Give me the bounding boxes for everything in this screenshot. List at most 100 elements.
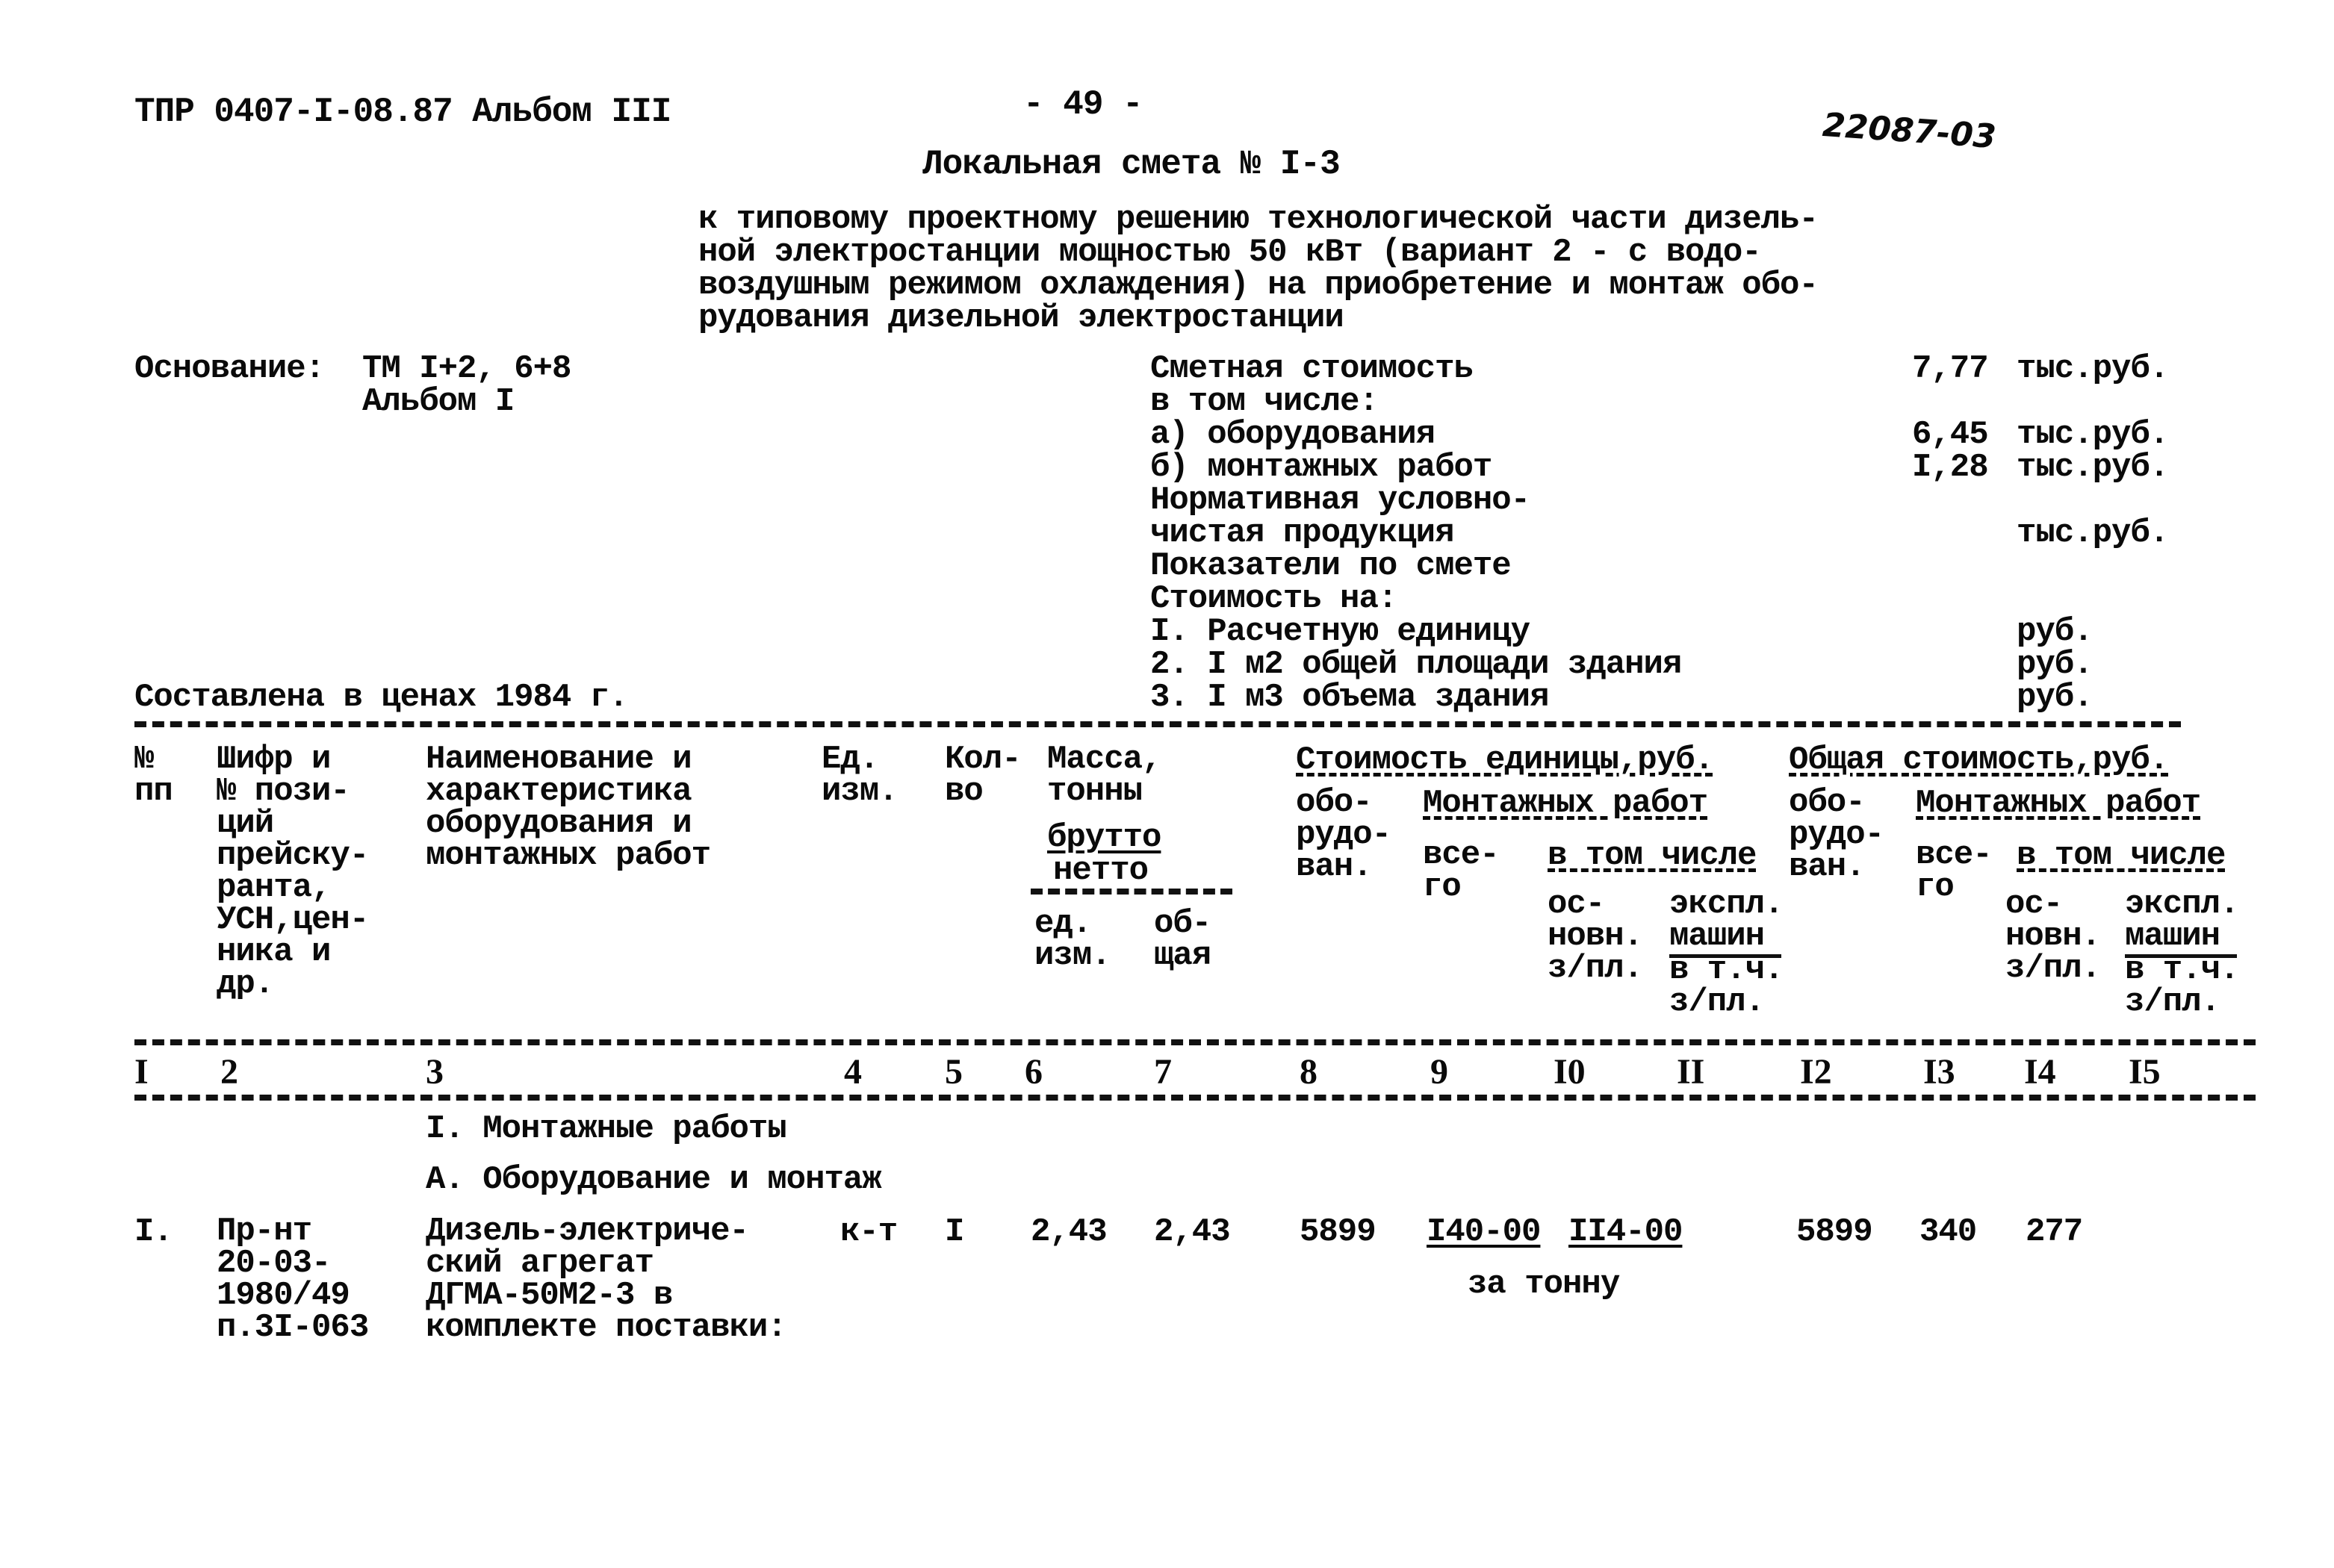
mass-net-label: нетто <box>1053 852 1149 889</box>
row-unit-mont-basic: II4-00 <box>1568 1213 1683 1251</box>
prices-note: Составлена в ценах 1984 г. <box>134 679 629 716</box>
header-col7: об- щая <box>1154 907 1211 974</box>
column-number: 9 <box>1430 1052 1448 1092</box>
column-number: 3 <box>426 1052 444 1092</box>
header-col3: Наименование и характеристика оборудован… <box>426 743 711 874</box>
header-text: ван. <box>1296 848 1373 886</box>
row-number: I. <box>134 1213 173 1251</box>
unit-machines-header: экспл. машин <box>1669 888 1784 955</box>
total-incl-header: в том числе <box>2017 837 2226 874</box>
mass-gross-label: брутто <box>1047 819 1161 856</box>
dashed-divider <box>134 721 2181 727</box>
row-total-mont: 340 <box>1919 1213 1977 1251</box>
summary-unit: руб. <box>2017 646 2094 683</box>
summary-label: чистая продукция <box>1150 514 1454 552</box>
header-text: го <box>1916 868 1955 906</box>
header-text: пп <box>134 773 173 810</box>
header-text: изм. <box>1034 937 1111 974</box>
summary-unit: руб. <box>2017 613 2094 650</box>
header-col5: Кол- во <box>945 743 1022 810</box>
column-number: I2 <box>1800 1052 1832 1092</box>
column-number: 5 <box>945 1052 963 1092</box>
dashed-divider <box>134 1039 2256 1045</box>
mass-divider <box>1031 889 1232 895</box>
unit-cost-group-header: Стоимость единицы,руб. <box>1296 741 1714 779</box>
summary-unit: руб. <box>2017 679 2094 716</box>
basis-label: Основание: <box>134 350 325 388</box>
summary-value: 7,77 <box>1912 350 1989 388</box>
total-basic-wage-header: ос- новн. з/пл. <box>2005 888 2101 987</box>
summary-label: в том числе: <box>1150 383 1379 420</box>
header-text: щая <box>1154 937 1211 974</box>
column-number: 6 <box>1025 1052 1043 1092</box>
unit-machines-wage-header: в т.ч. з/пл. <box>1669 953 1784 1018</box>
header-col1: № пп <box>134 743 173 810</box>
total-cost-group-header: Общая стоимость,руб. <box>1789 741 2169 779</box>
row-total-equipment-cost: 5899 <box>1796 1213 1873 1251</box>
total-equip-header: обо- рудо- ван. <box>1789 786 1884 886</box>
summary-label: 3. I м3 объема здания <box>1150 679 1549 716</box>
row-mass-unit: 2,43 <box>1031 1213 1108 1251</box>
header-text: з/пл. <box>2005 950 2101 987</box>
row-code: Пр-нт 20-03- 1980/49 п.3I-063 <box>217 1215 369 1346</box>
row-unit-note: за тонну <box>1468 1266 1620 1303</box>
header-text: во <box>945 773 984 810</box>
subtitle-line: ной электростанции мощностью 50 кВт (вар… <box>698 234 1762 271</box>
row-quantity: I <box>945 1213 964 1251</box>
row-unit-mont-total: I40-00 <box>1427 1213 1541 1251</box>
summary-label: Нормативная условно- <box>1150 482 1530 519</box>
document-code: ТПР 0407-I-08.87 Альбом III <box>134 93 671 131</box>
estimate-title: Локальная смета № I-3 <box>922 145 1341 184</box>
total-mont-total-header: все- го <box>1916 839 1993 906</box>
section-title: I. Монтажные работы <box>426 1110 787 1148</box>
total-machines-wage-header: в т.ч. з/пл. <box>2125 953 2239 1021</box>
name-line: комплекте поставки: <box>426 1309 787 1346</box>
summary-label: Стоимость на: <box>1150 580 1397 617</box>
summary-unit: тыс.руб. <box>2017 449 2169 486</box>
header-text: машин <box>2125 918 2220 955</box>
row-unit-equipment-cost: 5899 <box>1300 1213 1376 1251</box>
code-line: п.3I-063 <box>217 1309 369 1346</box>
header-text: изм. <box>822 773 898 810</box>
summary-unit: тыс.руб. <box>2017 416 2169 453</box>
summary-label: б) монтажных работ <box>1150 449 1492 486</box>
header-text: монтажных работ <box>426 837 711 874</box>
header-text: го <box>1423 868 1462 906</box>
handwritten-stamp: 22087-03 <box>1821 105 1998 157</box>
row-mass-total: 2,43 <box>1154 1213 1231 1251</box>
unit-mont-total-header: все- го <box>1423 839 1500 906</box>
row-name: Дизель-электриче- ский агрегат ДГМА-50М2… <box>426 1215 787 1346</box>
unit-mont-group-header: Монтажных работ <box>1423 785 1708 822</box>
summary-value: 6,45 <box>1912 416 1989 453</box>
column-number: I5 <box>2129 1052 2161 1092</box>
header-text: ван. <box>1789 848 1866 886</box>
row-total-basic-wage: 277 <box>2026 1213 2083 1251</box>
subtitle-line: воздушным режимом охлаждения) на приобре… <box>698 267 1819 304</box>
row-unit: к-т <box>840 1213 898 1251</box>
basis-line2: Альбом I <box>362 383 515 420</box>
summary-label: 2. I м2 общей площади здания <box>1150 646 1682 683</box>
unit-incl-header: в том числе <box>1548 837 1757 874</box>
column-number: I0 <box>1554 1052 1586 1092</box>
unit-equip-header: обо- рудо- ван. <box>1296 786 1391 886</box>
header-text: з/пл. <box>1548 950 1643 987</box>
header-text: машин <box>1669 918 1765 955</box>
column-number: 4 <box>844 1052 862 1092</box>
page-number: - 49 - <box>1023 85 1143 124</box>
column-number: 8 <box>1300 1052 1317 1092</box>
basis-line1: ТМ I+2, 6+8 <box>362 350 571 388</box>
header-text: з/пл. <box>2125 983 2220 1021</box>
header-text: др. <box>217 965 274 1003</box>
column-number: I4 <box>2024 1052 2056 1092</box>
summary-label: Сметная стоимость <box>1150 350 1474 388</box>
column-number: 7 <box>1154 1052 1172 1092</box>
summary-label: а) оборудования <box>1150 416 1436 453</box>
column-number: II <box>1677 1052 1705 1092</box>
dashed-divider <box>134 1095 2256 1101</box>
summary-unit: тыс.руб. <box>2017 514 2169 552</box>
total-mont-group-header: Монтажных работ <box>1916 785 2201 822</box>
header-mass: Масса, тонны <box>1047 743 1161 810</box>
header-text: тонны <box>1047 773 1143 810</box>
summary-label: Показатели по смете <box>1150 547 1512 585</box>
subtitle-line: рудования дизельной электростанции <box>698 299 1344 337</box>
